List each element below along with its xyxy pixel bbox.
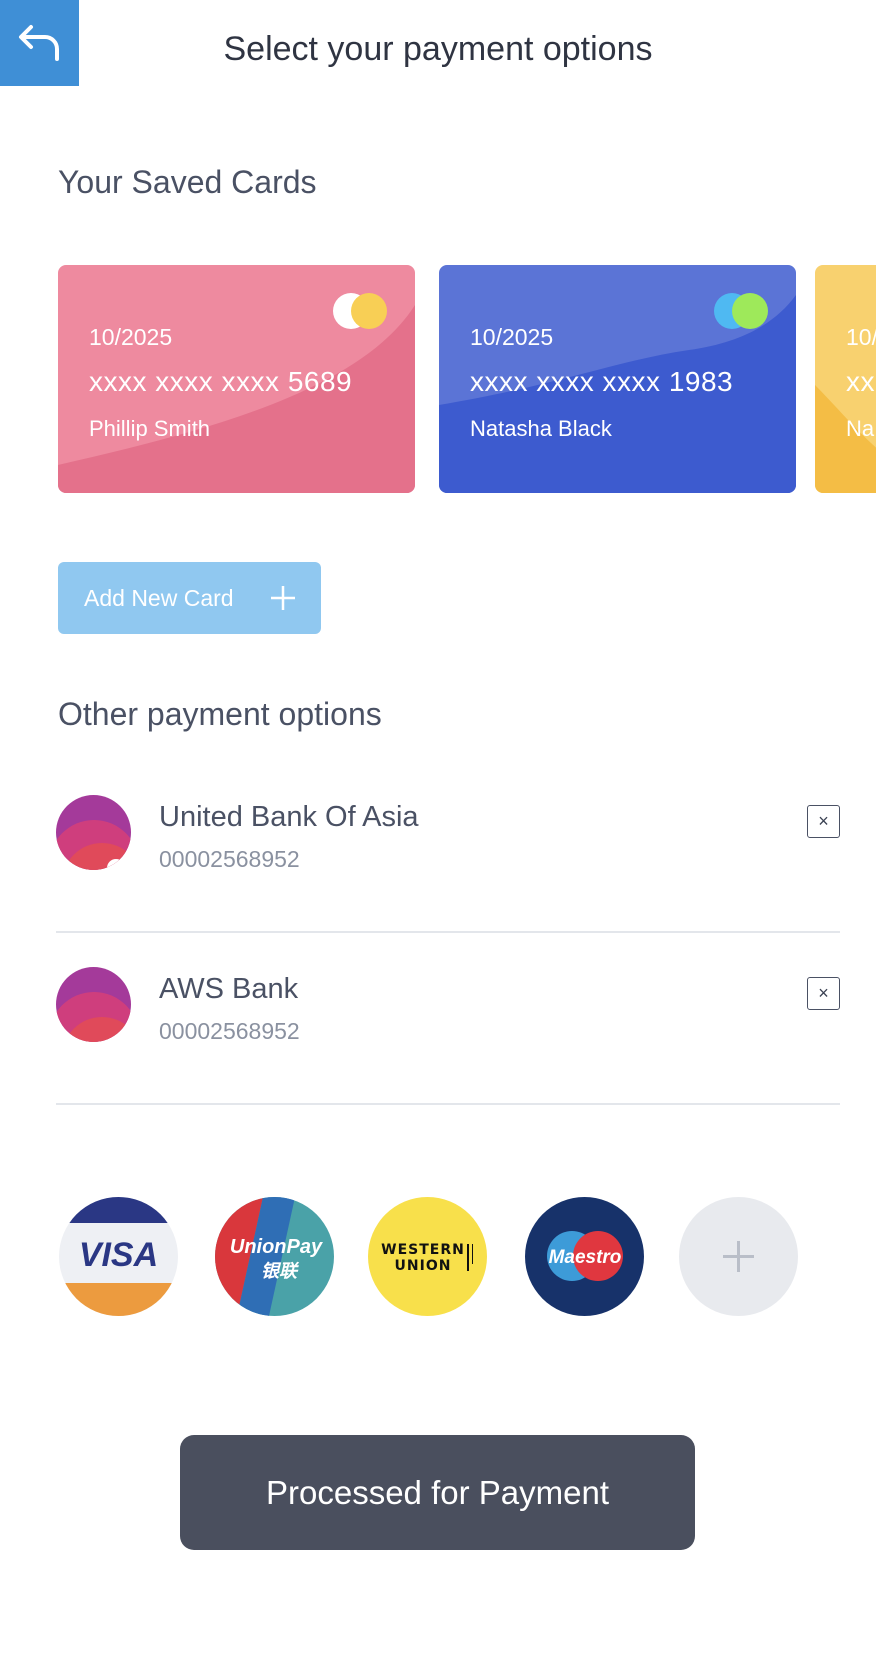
add-new-card-label: Add New Card	[84, 584, 234, 611]
card-number: xx	[846, 366, 875, 397]
visa-icon: VISA	[59, 1197, 178, 1316]
saved-cards-carousel[interactable]: 10/2025 xxxx xxxx xxxx 5689 Phillip Smit…	[58, 265, 876, 493]
maestro-button[interactable]: Maestro	[525, 1197, 644, 1316]
process-payment-button[interactable]: Processed for Payment	[180, 1435, 695, 1550]
card-number: xxxx xxxx xxxx 1983	[470, 366, 734, 397]
saved-card[interactable]: 10/ xx Na	[815, 265, 876, 493]
unionpay-icon: UnionPay 银联	[215, 1197, 334, 1316]
western-union-button[interactable]: WESTERN UNION	[368, 1197, 487, 1316]
other-options-title: Other payment options	[58, 696, 382, 732]
maestro-icon: Maestro	[525, 1197, 644, 1316]
plus-icon	[271, 586, 295, 610]
remove-option-button[interactable]: ×	[807, 977, 840, 1010]
maestro-text: Maestro	[549, 1247, 622, 1268]
unionpay-chinese-text: 银联	[261, 1261, 300, 1282]
card-holder: Natasha Black	[470, 416, 612, 441]
bank-name: AWS Bank	[159, 973, 299, 1005]
card-expiry: 10/2025	[89, 324, 173, 350]
add-provider-button[interactable]	[679, 1197, 798, 1316]
remove-option-button[interactable]: ×	[807, 805, 840, 838]
union-text: UNION	[395, 1258, 452, 1274]
visa-button[interactable]: VISA	[59, 1197, 178, 1316]
page-title: Select your payment options	[223, 30, 653, 68]
visa-text: VISA	[79, 1236, 158, 1274]
card-expiry: 10/	[846, 324, 876, 350]
bank-name: United Bank Of Asia	[159, 801, 419, 833]
bank-logo-icon	[56, 967, 131, 1042]
unionpay-text: UnionPay	[230, 1236, 323, 1258]
add-new-card-button[interactable]: Add New Card	[58, 562, 321, 634]
account-number: 00002568952	[159, 1018, 300, 1044]
account-number: 00002568952	[159, 846, 300, 872]
card-brand-icon	[714, 293, 768, 329]
saved-card[interactable]: 10/2025 xxxx xxxx xxxx 5689 Phillip Smit…	[58, 265, 415, 493]
add-provider-icon	[679, 1197, 798, 1316]
card-expiry: 10/2025	[470, 324, 554, 350]
western-union-icon: WESTERN UNION	[368, 1197, 487, 1316]
card-brand-icon	[333, 293, 387, 329]
payment-option-row[interactable]: United Bank Of Asia 00002568952 ×	[56, 759, 840, 933]
payment-option-row[interactable]: AWS Bank 00002568952 ×	[56, 931, 840, 1105]
card-number: xxxx xxxx xxxx 5689	[89, 366, 353, 397]
western-text: WESTERN	[381, 1242, 465, 1258]
card-holder: Phillip Smith	[89, 416, 211, 441]
saved-card[interactable]: 10/2025 xxxx xxxx xxxx 1983 Natasha Blac…	[439, 265, 796, 493]
unionpay-button[interactable]: UnionPay 银联	[215, 1197, 334, 1316]
saved-cards-title: Your Saved Cards	[58, 164, 317, 200]
card-holder: Na	[846, 416, 875, 441]
bank-logo-icon	[56, 795, 131, 870]
